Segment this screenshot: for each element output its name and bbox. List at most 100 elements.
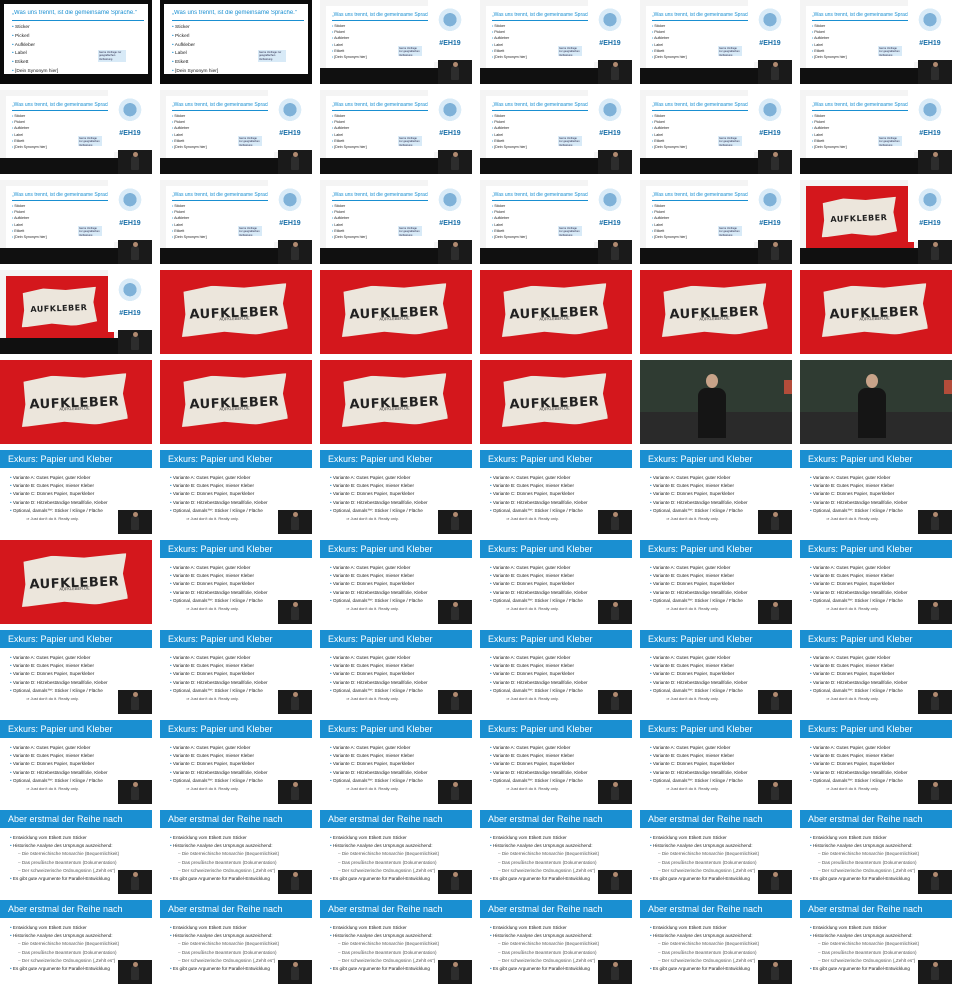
thumbnail-tile[interactable]: Exkurs: Papier und Kleber Variante A: Gut… (480, 720, 632, 804)
thumbnail-tile[interactable]: Exkurs: Papier und Kleber Variante A: Gut… (800, 540, 952, 624)
thumbnail-tile[interactable]: Exkurs: Papier und Kleber Variante A: Gut… (320, 630, 472, 714)
thumbnail-tile[interactable]: AUFKLEBER AUFKLEBER.DE (480, 360, 632, 444)
hint-box: Gerne Umfrage zur geografischen Verbreit… (238, 226, 262, 236)
bullet-item: Variante C: Dünnes Papier, Superkleber (490, 490, 626, 498)
thumbnail-tile[interactable]: „Was uns trennt, ist die gemeinsame Spra… (800, 90, 952, 174)
bullet-item: Variante D: Hitzebeständige Metallfolie,… (170, 499, 306, 507)
thumbnail-tile[interactable]: „Was uns trennt, ist die gemeinsame Spra… (0, 180, 152, 264)
thumbnail-tile[interactable]: „Was uns trennt, ist die gemeinsame Spra… (160, 90, 312, 174)
thumbnail-tile[interactable]: AUFKLEBER #EH19 (0, 270, 152, 354)
bullet-item: Das preußische Beamtentum (Dokumentation… (170, 859, 306, 867)
quote-slide: „Was uns trennt, ist die gemeinsame Spra… (806, 6, 914, 70)
speaker-head (933, 962, 938, 967)
thumbnail-tile[interactable]: Exkurs: Papier und Kleber Variante A: Gut… (320, 720, 472, 804)
thumbnail-tile[interactable]: Aber erstmal der Reihe nach Entwicklung v… (480, 900, 632, 984)
thumbnail-tile[interactable]: „Was uns trennt, ist die gemeinsame Spra… (480, 90, 632, 174)
thumbnail-tile[interactable]: AUFKLEBER AUFKLEBER.DE (160, 270, 312, 354)
thumbnail-tile[interactable]: „Was uns trennt, ist die gemeinsame Spra… (480, 0, 632, 84)
bullet-item: Entwicklung vom Etikett zum Sticker (10, 924, 146, 932)
quote-slide: „Was uns trennt, ist die gemeinsame Spra… (166, 186, 274, 250)
thumbnail-tile[interactable]: AUFKLEBER AUFKLEBER.DE (480, 270, 632, 354)
thumbnail-tile[interactable]: „Was uns trennt, ist die gemeinsame Spra… (0, 0, 152, 84)
thumbnail-tile[interactable]: Exkurs: Papier und Kleber Variante A: Gut… (800, 630, 952, 714)
thumbnail-tile[interactable]: Aber erstmal der Reihe nach Entwicklung v… (0, 810, 152, 894)
thumbnail-tile[interactable] (800, 360, 952, 444)
thumbnail-tile[interactable]: AUFKLEBER AUFKLEBER.DE (160, 360, 312, 444)
thumbnail-tile[interactable]: AUFKLEBER AUFKLEBER.DE (640, 270, 792, 354)
thumbnail-tile[interactable]: Exkurs: Papier und Kleber Variante A: Gut… (640, 540, 792, 624)
bullet-item: Variante A: Gutes Papier, guter Kleber (330, 744, 466, 752)
thumbnail-tile[interactable]: Exkurs: Papier und Kleber Variante A: Gut… (480, 540, 632, 624)
thumbnail-tile[interactable]: Exkurs: Papier und Kleber Variante A: Gut… (800, 720, 952, 804)
slide-title: Exkurs: Papier und Kleber (0, 450, 152, 468)
thumbnail-tile[interactable]: AUFKLEBER AUFKLEBER.DE (0, 540, 152, 624)
thumbnail-tile[interactable]: AUFKLEBER AUFKLEBER.DE (320, 270, 472, 354)
event-logo: #EH19 (428, 90, 472, 152)
thumbnail-tile[interactable]: Aber erstmal der Reihe nach Entwicklung v… (640, 810, 792, 894)
thumbnail-tile[interactable]: Exkurs: Papier und Kleber Variante A: Gut… (320, 540, 472, 624)
speaker-inset (598, 780, 632, 804)
thumbnail-tile[interactable]: Exkurs: Papier und Kleber Variante A: Gut… (0, 720, 152, 804)
logo-icon (758, 8, 782, 34)
thumbnail-tile[interactable]: AUFKLEBER AUFKLEBER.DE (320, 360, 472, 444)
thumbnail-tile[interactable]: „Was uns trennt, ist die gemeinsame Spra… (640, 0, 792, 84)
slide-title: Aber erstmal der Reihe nach (0, 810, 152, 828)
thumbnail-tile[interactable]: „Was uns trennt, ist die gemeinsame Spra… (640, 90, 792, 174)
thumbnail-tile[interactable]: Exkurs: Papier und Kleber Variante A: Gut… (0, 630, 152, 714)
speaker-inset (438, 960, 472, 984)
thumbnail-tile[interactable]: Exkurs: Papier und Kleber Variante A: Gut… (640, 630, 792, 714)
thumbnail-tile[interactable]: „Was uns trennt, ist die gemeinsame Spra… (640, 180, 792, 264)
thumbnail-tile[interactable]: „Was uns trennt, ist die gemeinsame Spra… (320, 180, 472, 264)
slide-title: Exkurs: Papier und Kleber (800, 540, 952, 558)
thumbnail-tile[interactable]: Exkurs: Papier und Kleber Variante A: Gut… (640, 720, 792, 804)
bullet-item: Variante B: Gutes Papier, mieser Kleber (330, 482, 466, 490)
thumbnail-tile[interactable]: Aber erstmal der Reihe nach Entwicklung v… (800, 900, 952, 984)
thumbnail-tile[interactable]: Exkurs: Papier und Kleber Variante A: Gut… (160, 630, 312, 714)
thumbnail-tile[interactable]: Aber erstmal der Reihe nach Entwicklung v… (160, 810, 312, 894)
thumbnail-tile[interactable]: AUFKLEBER AUFKLEBER.DE (800, 270, 952, 354)
bullet-item: Variante D: Hitzebeständige Metallfolie,… (810, 589, 946, 597)
speaker-inset (438, 150, 472, 174)
thumbnail-tile[interactable]: „Was uns trennt, ist die gemeinsame Spra… (800, 0, 952, 84)
speaker-head (933, 692, 938, 697)
thumbnail-tile[interactable]: Exkurs: Papier und Kleber Variante A: Gut… (160, 540, 312, 624)
logo-icon (918, 98, 942, 124)
thumbnail-tile[interactable]: „Was uns trennt, ist die gemeinsame Spra… (320, 90, 472, 174)
thumbnail-tile[interactable]: Aber erstmal der Reihe nach Entwicklung v… (480, 810, 632, 894)
hint-box: Gerne Umfrage zur geografischen Verbreit… (258, 50, 286, 62)
sticker-word: AUFKLEBER (830, 212, 888, 224)
thumbnail-tile[interactable]: Aber erstmal der Reihe nach Entwicklung v… (320, 900, 472, 984)
thumbnail-tile[interactable]: „Was uns trennt, ist die gemeinsame Spra… (160, 180, 312, 264)
bullet-item: Das preußische Beamtentum (Dokumentation… (490, 949, 626, 957)
speaker-figure (291, 246, 299, 260)
thumbnail-tile[interactable]: Aber erstmal der Reihe nach Entwicklung v… (800, 810, 952, 894)
thumbnail-tile[interactable]: Exkurs: Papier und Kleber Variante A: Gut… (160, 720, 312, 804)
thumbnail-tile[interactable]: Aber erstmal der Reihe nach Entwicklung v… (0, 900, 152, 984)
thumbnail-tile[interactable]: Aber erstmal der Reihe nach Entwicklung v… (640, 900, 792, 984)
bullet-item: Variante A: Gutes Papier, guter Kleber (490, 744, 626, 752)
thumbnail-tile[interactable]: Aber erstmal der Reihe nach Entwicklung v… (160, 900, 312, 984)
bullet-item: Variante D: Hitzebeständige Metallfolie,… (330, 589, 466, 597)
thumbnail-tile[interactable]: Exkurs: Papier und Kleber Variante A: Gut… (480, 630, 632, 714)
thumbnail-tile[interactable]: Exkurs: Papier und Kleber Variante A: Gut… (800, 450, 952, 534)
bullet-item: Historische Analyse des Ursprungs auszei… (490, 932, 626, 940)
thumbnail-tile[interactable]: Exkurs: Papier und Kleber Variante A: Gut… (0, 450, 152, 534)
thumbnail-tile[interactable]: Exkurs: Papier und Kleber Variante A: Gut… (320, 450, 472, 534)
thumbnail-tile[interactable] (640, 360, 792, 444)
bullet-item: Variante B: Gutes Papier, mieser Kleber (170, 752, 306, 760)
thumbnail-tile[interactable]: Exkurs: Papier und Kleber Variante A: Gut… (160, 450, 312, 534)
bullet-item: Sticker (172, 24, 302, 33)
thumbnail-tile[interactable]: „Was uns trennt, ist die gemeinsame Spra… (480, 180, 632, 264)
thumbnail-tile[interactable]: AUFKLEBER AUFKLEBER.DE (0, 360, 152, 444)
bullet-item: Variante B: Gutes Papier, mieser Kleber (810, 482, 946, 490)
bullet-item: Entwicklung vom Etikett zum Sticker (330, 924, 466, 932)
thumbnail-tile[interactable]: Exkurs: Papier und Kleber Variante A: Gut… (480, 450, 632, 534)
thumbnail-tile[interactable]: „Was uns trennt, ist die gemeinsame Spra… (320, 0, 472, 84)
speaker-inset (598, 510, 632, 534)
thumbnail-tile[interactable]: „Was uns trennt, ist die gemeinsame Spra… (160, 0, 312, 84)
speaker-figure (931, 876, 939, 890)
thumbnail-tile[interactable]: AUFKLEBER #EH19 (800, 180, 952, 264)
thumbnail-tile[interactable]: Aber erstmal der Reihe nach Entwicklung v… (320, 810, 472, 894)
thumbnail-tile[interactable]: „Was uns trennt, ist die gemeinsame Spra… (0, 90, 152, 174)
thumbnail-tile[interactable]: Exkurs: Papier und Kleber Variante A: Gut… (640, 450, 792, 534)
